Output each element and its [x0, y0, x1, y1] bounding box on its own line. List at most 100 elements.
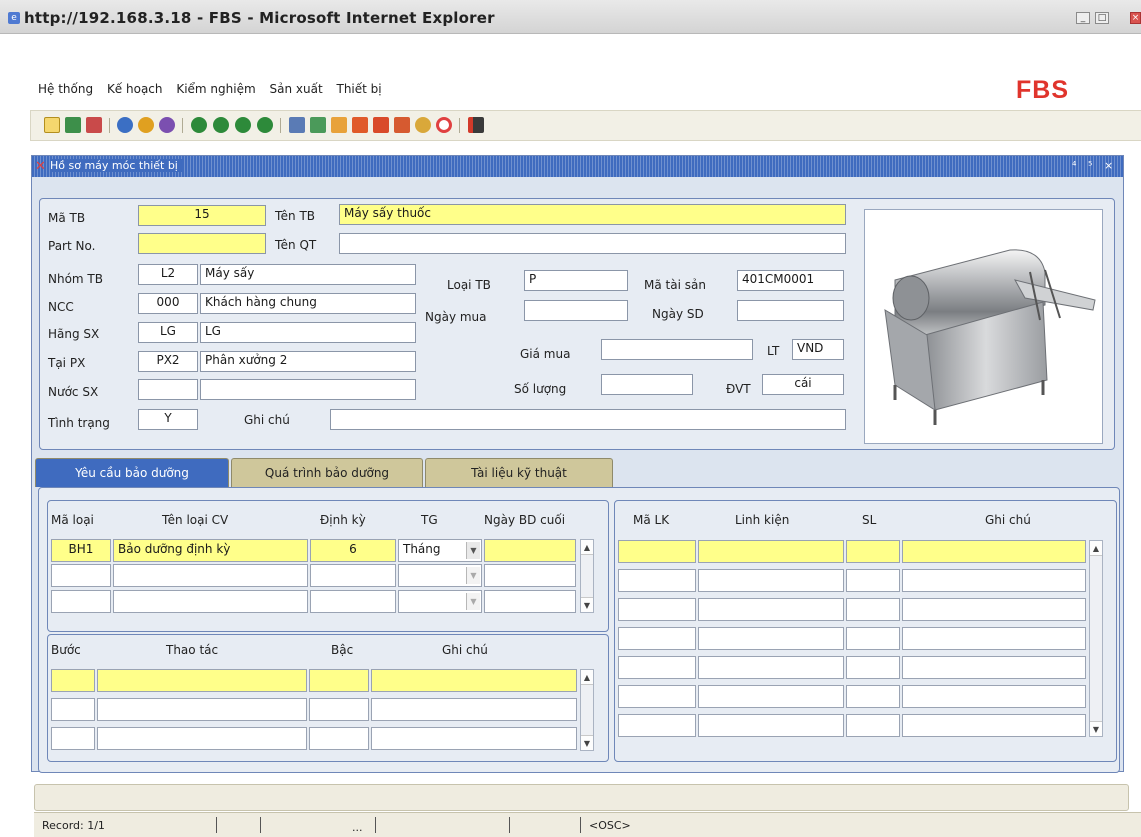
part-row1-ma-lk[interactable] [618, 540, 696, 563]
ma-tb-field[interactable]: 15 [138, 205, 266, 226]
step-row3-ghi-chu[interactable] [371, 727, 577, 750]
maint-row2-ma-loai[interactable] [51, 564, 111, 587]
part-row3-ghi-chu[interactable] [902, 598, 1086, 621]
search-execute-icon[interactable] [138, 117, 154, 133]
part-row5-ghi-chu[interactable] [902, 656, 1086, 679]
nuoc-sx-code-field[interactable] [138, 379, 198, 400]
part-row4-ma-lk[interactable] [618, 627, 696, 650]
part-row5-ma-lk[interactable] [618, 656, 696, 679]
scroll-up-icon[interactable]: ▲ [581, 540, 593, 555]
maint-row3-tg-select[interactable]: ▼ [398, 590, 482, 613]
maintenance-scrollbar[interactable]: ▲ ▼ [580, 539, 594, 613]
maint-row3-ma-loai[interactable] [51, 590, 111, 613]
export-icon[interactable] [310, 117, 326, 133]
part-row3-ma-lk[interactable] [618, 598, 696, 621]
maint-row1-dinh-ky[interactable]: 6 [310, 539, 396, 562]
step-row3-thao-tac[interactable] [97, 727, 307, 750]
step-row3-buoc[interactable] [51, 727, 95, 750]
hang-sx-name-field[interactable]: LG [200, 322, 416, 343]
search-clear-icon[interactable] [159, 117, 175, 133]
search-icon[interactable] [117, 117, 133, 133]
form-minimize-icon[interactable]: ⁴ [1072, 159, 1076, 172]
help-icon[interactable] [436, 117, 452, 133]
ngay-sd-field[interactable] [737, 300, 844, 321]
part-row6-sl[interactable] [846, 685, 900, 708]
scroll-down-icon[interactable]: ▼ [581, 735, 593, 750]
part-row7-sl[interactable] [846, 714, 900, 737]
nuoc-sx-name-field[interactable] [200, 379, 416, 400]
ngay-mua-field[interactable] [524, 300, 628, 321]
maximize-icon[interactable]: □ [1095, 12, 1109, 24]
next-record-icon[interactable] [235, 117, 251, 133]
ten-tb-field[interactable]: Máy sấy thuốc [339, 204, 846, 225]
step-row1-buoc[interactable] [51, 669, 95, 692]
tool-2-icon[interactable] [352, 117, 368, 133]
chevron-down-icon[interactable]: ▼ [466, 542, 480, 559]
ten-qt-field[interactable] [339, 233, 846, 254]
part-row5-sl[interactable] [846, 656, 900, 679]
tinh-trang-field[interactable]: Y [138, 409, 198, 430]
maint-row2-tg-select[interactable]: ▼ [398, 564, 482, 587]
part-row6-linh-kien[interactable] [698, 685, 844, 708]
new-icon[interactable] [44, 117, 60, 133]
ghi-chu-field[interactable] [330, 409, 846, 430]
part-row3-sl[interactable] [846, 598, 900, 621]
scroll-up-icon[interactable]: ▲ [581, 670, 593, 685]
maint-row2-ten-loai[interactable] [113, 564, 308, 587]
maint-row1-ngay[interactable] [484, 539, 576, 562]
step-row1-thao-tac[interactable] [97, 669, 307, 692]
part-row1-linh-kien[interactable] [698, 540, 844, 563]
tai-px-code-field[interactable]: PX2 [138, 351, 198, 372]
loai-tb-field[interactable]: P [524, 270, 628, 291]
gia-mua-field[interactable] [601, 339, 753, 360]
ncc-name-field[interactable]: Khách hàng chung [200, 293, 416, 314]
maint-row2-dinh-ky[interactable] [310, 564, 396, 587]
part-row2-ghi-chu[interactable] [902, 569, 1086, 592]
chevron-down-icon[interactable]: ▼ [466, 593, 480, 610]
equipment-image[interactable] [864, 209, 1103, 444]
step-row2-bac[interactable] [309, 698, 369, 721]
parts-scrollbar[interactable]: ▲ ▼ [1089, 540, 1103, 737]
so-luong-field[interactable] [601, 374, 693, 395]
nhom-tb-name-field[interactable]: Máy sấy [200, 264, 416, 285]
part-row1-sl[interactable] [846, 540, 900, 563]
part-row4-sl[interactable] [846, 627, 900, 650]
part-row4-linh-kien[interactable] [698, 627, 844, 650]
chevron-down-icon[interactable]: ▼ [466, 567, 480, 584]
part-row7-linh-kien[interactable] [698, 714, 844, 737]
scroll-down-icon[interactable]: ▼ [581, 597, 593, 612]
previous-record-icon[interactable] [213, 117, 229, 133]
tool-3-icon[interactable] [373, 117, 389, 133]
tai-px-name-field[interactable]: Phân xưởng 2 [200, 351, 416, 372]
part-row2-linh-kien[interactable] [698, 569, 844, 592]
menu-he-thong[interactable]: Hệ thống [38, 82, 93, 96]
save-icon[interactable] [65, 117, 81, 133]
exit-icon[interactable] [468, 117, 484, 133]
ma-tai-san-field[interactable]: 401CM0001 [737, 270, 844, 291]
menu-ke-hoach[interactable]: Kế hoạch [107, 82, 163, 96]
scroll-up-icon[interactable]: ▲ [1090, 541, 1102, 556]
maint-row2-ngay[interactable] [484, 564, 576, 587]
part-row6-ghi-chu[interactable] [902, 685, 1086, 708]
scroll-down-icon[interactable]: ▼ [1090, 721, 1102, 736]
maint-row3-dinh-ky[interactable] [310, 590, 396, 613]
step-row2-thao-tac[interactable] [97, 698, 307, 721]
part-row7-ghi-chu[interactable] [902, 714, 1086, 737]
close-window-icon[interactable]: × [1130, 12, 1141, 24]
tab-tai-lieu-ky-thuat[interactable]: Tài liệu kỹ thuật [425, 458, 613, 487]
minimize-icon[interactable]: _ [1076, 12, 1090, 24]
part-row1-ghi-chu[interactable] [902, 540, 1086, 563]
step-row2-ghi-chu[interactable] [371, 698, 577, 721]
maint-row1-ten-loai[interactable]: Bảo dưỡng định kỳ [113, 539, 308, 562]
tool-1-icon[interactable] [331, 117, 347, 133]
last-record-icon[interactable] [257, 117, 273, 133]
maint-row3-ten-loai[interactable] [113, 590, 308, 613]
delete-icon[interactable] [86, 117, 102, 133]
menu-kiem-nghiem[interactable]: Kiểm nghiệm [176, 82, 255, 96]
part-row4-ghi-chu[interactable] [902, 627, 1086, 650]
part-row2-sl[interactable] [846, 569, 900, 592]
form-maximize-icon[interactable]: ⁵ [1088, 159, 1092, 172]
menu-thiet-bi[interactable]: Thiết bị [336, 82, 381, 96]
step-row2-buoc[interactable] [51, 698, 95, 721]
step-row1-bac[interactable] [309, 669, 369, 692]
